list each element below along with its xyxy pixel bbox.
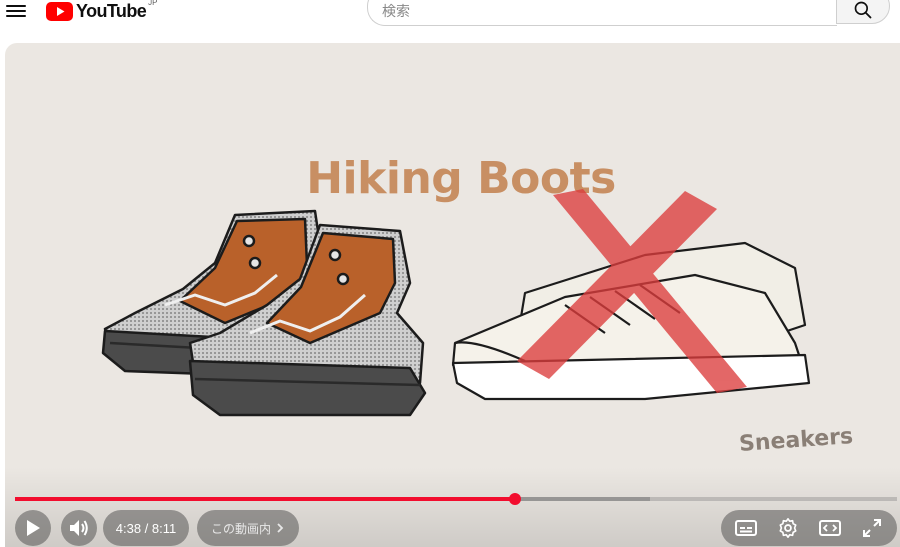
volume-button[interactable] [61, 510, 97, 546]
subtitles-icon [735, 520, 757, 536]
time-display: 4:38 / 8:11 [103, 510, 189, 546]
logo-wordmark: YouTube [76, 0, 147, 21]
progress-bar[interactable] [15, 493, 897, 505]
theater-mode-button[interactable] [818, 516, 842, 540]
search-icon [854, 1, 872, 19]
youtube-play-logo-icon [46, 1, 73, 21]
gear-icon [779, 518, 797, 538]
theater-mode-icon [819, 520, 841, 536]
youtube-logo[interactable]: YouTube JP [46, 0, 157, 22]
logo-region: JP [148, 0, 158, 7]
chevron-right-icon [277, 523, 284, 533]
play-icon [27, 520, 40, 536]
chapter-label: この動画内 [210, 521, 271, 536]
play-button[interactable] [15, 510, 51, 546]
search-box [367, 0, 837, 26]
hamburger-menu-icon[interactable] [6, 2, 26, 18]
search-input[interactable] [380, 0, 824, 23]
volume-icon [70, 520, 88, 536]
settings-button[interactable] [776, 516, 800, 540]
progress-played [15, 497, 516, 501]
video-player[interactable]: Hiking Boots Sneakers 4:38 / 8:11 この動画内 [5, 43, 900, 547]
progress-scrubber-handle[interactable] [509, 493, 522, 505]
boots-vs-sneakers-illustration [101, 189, 811, 417]
fullscreen-button[interactable] [860, 516, 884, 540]
fullscreen-icon [863, 519, 881, 537]
subtitles-button[interactable] [734, 516, 758, 540]
right-controls [721, 510, 897, 546]
search-button[interactable] [836, 0, 890, 24]
top-bar: YouTube JP [0, 0, 900, 40]
chapter-button[interactable]: この動画内 [197, 510, 299, 546]
